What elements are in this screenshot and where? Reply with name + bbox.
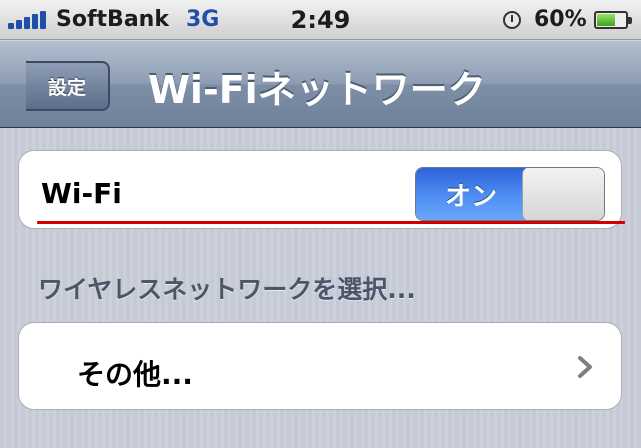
toggle-knob[interactable] — [522, 168, 604, 220]
battery-percent: 60% — [534, 7, 587, 32]
highlight-underline — [37, 221, 625, 224]
wifi-label: Wi-Fi — [41, 177, 122, 210]
wifi-toggle[interactable]: オン — [415, 167, 605, 221]
battery-icon — [594, 11, 632, 29]
status-bar: SoftBank 3G 2:49 60% — [0, 0, 641, 40]
chevron-right-icon — [578, 356, 592, 378]
page-title: Wi-Fiネットワーク — [148, 68, 486, 112]
toggle-on-label: オン — [416, 168, 526, 220]
navigation-bar: 設定 Wi-Fiネットワーク — [0, 40, 641, 128]
wifi-settings-group: Wi-Fi オン — [18, 150, 625, 229]
section-header: ワイヤレスネットワークを選択... — [38, 275, 416, 304]
back-button[interactable]: 設定 — [26, 61, 110, 111]
other-network-label: その他... — [77, 358, 193, 391]
alarm-icon — [503, 11, 521, 29]
back-button-label: 設定 — [47, 76, 86, 99]
other-network-row[interactable]: その他... — [18, 322, 622, 410]
